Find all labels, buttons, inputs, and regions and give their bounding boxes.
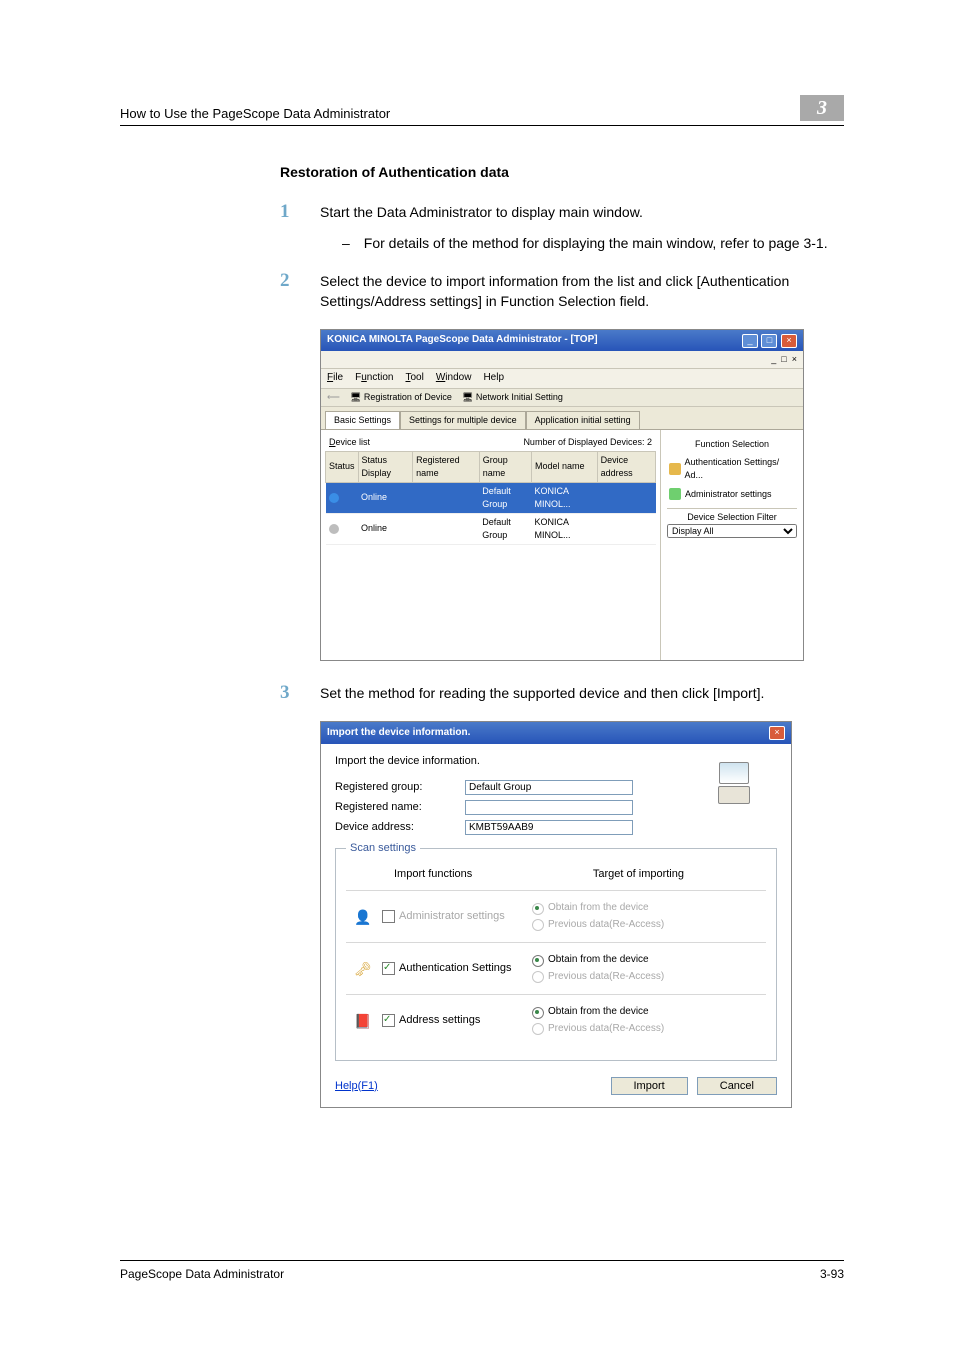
cancel-button[interactable]: Cancel (697, 1077, 777, 1095)
filter-select[interactable]: Display All (667, 524, 797, 538)
step-number: 2 (280, 271, 320, 290)
field-registered-name (465, 800, 633, 815)
radio-addr-obtain[interactable] (532, 1007, 544, 1019)
status-dot-icon (329, 493, 339, 503)
col-model[interactable]: Model name (532, 451, 598, 482)
label-device-address: Device address: (335, 820, 465, 836)
radio-auth-obtain[interactable] (532, 955, 544, 967)
admin-icon (669, 488, 681, 500)
close-icon[interactable]: × (769, 726, 785, 740)
help-link[interactable]: Help(F1) (335, 1079, 378, 1095)
radio-auth-previous (532, 971, 544, 983)
minimize-icon[interactable]: _ (742, 334, 758, 348)
step-text: Select the device to import information … (320, 271, 844, 312)
tab-app-initial[interactable]: Application initial setting (526, 411, 640, 429)
menu-tool[interactable]: Tool (405, 371, 423, 386)
screenshot-import-dialog: Import the device information. × Import … (320, 721, 792, 1109)
filter-header: Device Selection Filter (667, 511, 797, 524)
tab-basic-settings[interactable]: Basic Settings (325, 411, 400, 429)
auth-icon: 🗝 (352, 959, 374, 979)
label-admin-settings: Administrator settings (399, 909, 505, 925)
window-title: KONICA MINOLTA PageScope Data Administra… (327, 333, 598, 348)
func-admin-settings[interactable]: Administrator settings (667, 485, 797, 504)
menu-function[interactable]: Function (355, 371, 393, 386)
radio-addr-previous (532, 1023, 544, 1035)
menu-help[interactable]: Help (483, 371, 504, 386)
menu-bar: FFileile Function Tool Window Help (321, 369, 803, 389)
col-status-display[interactable]: Status Display (358, 451, 413, 482)
address-icon: 📕 (352, 1011, 374, 1031)
screenshot-app-window: KONICA MINOLTA PageScope Data Administra… (320, 329, 804, 660)
device-table: Status Status Display Registered name Gr… (325, 451, 656, 545)
scan-settings-legend: Scan settings (346, 842, 420, 854)
maximize-icon[interactable]: □ (761, 334, 777, 348)
close-icon[interactable]: × (781, 334, 797, 348)
running-head: How to Use the PageScope Data Administra… (120, 106, 390, 121)
device-list-caption: Device list (329, 436, 370, 449)
tab-strip: Basic Settings Settings for multiple dev… (321, 407, 803, 429)
menu-window[interactable]: Window (436, 371, 472, 386)
toolbar: ⟵ 🖥 Registration of Device 🖥 Network Ini… (321, 389, 803, 407)
dialog-titlebar: Import the device information. × (321, 722, 791, 744)
step-subtext: For details of the method for displaying… (342, 233, 844, 253)
toolbar-back-icon[interactable]: ⟵ (327, 391, 340, 404)
step-number: 1 (280, 202, 320, 221)
col-reg-name[interactable]: Registered name (413, 451, 480, 482)
menu-file[interactable]: FFileile (327, 371, 343, 386)
inner-window-controls: _ □ × (321, 351, 803, 369)
section-heading: Restoration of Authentication data (280, 162, 844, 182)
header-import-functions: Import functions (394, 867, 472, 883)
auth-icon (669, 463, 681, 475)
page-number: 3-93 (820, 1267, 844, 1281)
table-row[interactable]: Online Default Group KONICA MINOL... (326, 482, 656, 513)
step-text: Start the Data Administrator to display … (320, 202, 844, 222)
dialog-title: Import the device information. (327, 726, 470, 741)
field-registered-group (465, 780, 633, 795)
field-device-address (465, 820, 633, 835)
function-selection-header: Function Selection (667, 436, 797, 453)
chapter-badge: 3 (800, 95, 844, 121)
toolbar-reg-device[interactable]: 🖥 Registration of Device (350, 391, 452, 404)
col-group[interactable]: Group name (479, 451, 531, 482)
radio-admin-previous (532, 919, 544, 931)
label-auth-settings: Authentication Settings (399, 961, 512, 977)
import-button[interactable]: Import (611, 1077, 688, 1095)
label-address-settings: Address settings (399, 1013, 480, 1029)
step-text: Set the method for reading the supported… (320, 683, 844, 703)
header-target: Target of importing (593, 867, 684, 883)
status-dot-icon (329, 524, 339, 534)
label-registered-name: Registered name: (335, 800, 465, 816)
footer-product: PageScope Data Administrator (120, 1267, 284, 1281)
admin-icon: 👤 (352, 907, 374, 927)
device-graphic-icon (709, 762, 759, 818)
radio-admin-obtain (532, 903, 544, 915)
label-registered-group: Registered group: (335, 780, 465, 796)
checkbox-admin (382, 910, 395, 923)
col-address[interactable]: Device address (597, 451, 655, 482)
checkbox-auth[interactable] (382, 962, 395, 975)
toolbar-net-setting[interactable]: 🖥 Network Initial Setting (462, 391, 563, 404)
step-number: 3 (280, 683, 320, 702)
device-count: Number of Displayed Devices: 2 (523, 436, 652, 449)
checkbox-address[interactable] (382, 1014, 395, 1027)
table-row[interactable]: Online Default Group KONICA MINOL... (326, 513, 656, 544)
col-status[interactable]: Status (326, 451, 359, 482)
func-auth-settings[interactable]: Authentication Settings/ Ad... (667, 453, 797, 485)
window-titlebar: KONICA MINOLTA PageScope Data Administra… (321, 330, 803, 351)
tab-multiple-device[interactable]: Settings for multiple device (400, 411, 526, 429)
